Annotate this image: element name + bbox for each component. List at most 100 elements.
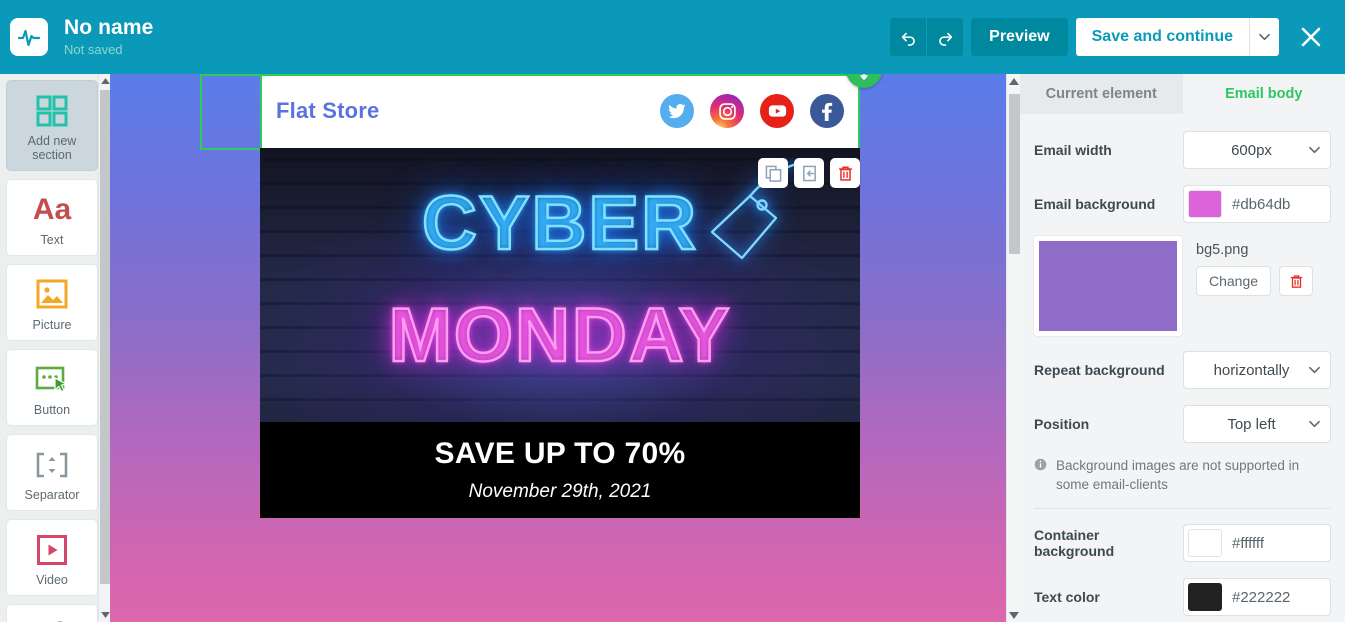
background-support-note: Background images are not supported in s…: [1034, 456, 1331, 494]
sidebar-scrollbar[interactable]: [98, 74, 110, 622]
selection-outline-left: [200, 74, 260, 150]
document-title-block: No name Not saved: [64, 16, 153, 59]
background-image-meta: bg5.png Change: [1196, 236, 1314, 336]
background-image-thumbnail[interactable]: [1034, 236, 1182, 336]
sidebar-item-social[interactable]: Social: [6, 604, 98, 622]
chevron-down-icon: [1309, 366, 1320, 374]
sidebar-item-label: Video: [36, 573, 68, 587]
email-editor-app: No name Not saved Preview Save and conti…: [0, 0, 1345, 622]
container-background-row: Container background #ffffff: [1034, 521, 1331, 565]
blocks-sidebar: Add new section Aa Text Picture Button S…: [0, 74, 110, 622]
preview-button[interactable]: Preview: [971, 18, 1068, 56]
scroll-down-icon[interactable]: [1007, 608, 1020, 622]
sidebar-item-label: Button: [33, 403, 71, 417]
text-color-input[interactable]: #222222: [1183, 578, 1331, 616]
social-icons-row: [660, 94, 844, 128]
toolbar-actions: Preview Save and continue: [890, 17, 1345, 57]
save-button-group: Save and continue: [1075, 18, 1279, 56]
position-row: Position Top left: [1034, 402, 1331, 446]
repeat-background-select[interactable]: horizontally: [1183, 351, 1331, 389]
container-background-value: #ffffff: [1232, 534, 1264, 552]
scroll-down-icon[interactable]: [99, 608, 110, 622]
sidebar-item-label: Separator: [24, 488, 80, 502]
neon-line-monday: MONDAY: [387, 292, 732, 379]
chevron-down-icon: [1309, 146, 1320, 154]
tab-email-body[interactable]: Email body: [1182, 74, 1345, 114]
text-color-label: Text color: [1034, 589, 1100, 605]
text-color-value: #222222: [1232, 588, 1291, 606]
youtube-icon[interactable]: [760, 94, 794, 128]
email-canvas[interactable]: Flat Store CYBER MONDAY SAVE UP TO 70% N…: [110, 74, 1020, 622]
top-toolbar: No name Not saved Preview Save and conti…: [0, 0, 1345, 74]
button-cursor-icon: [34, 360, 70, 400]
page-title: No name: [64, 15, 154, 39]
text-aa-icon: Aa: [32, 193, 72, 226]
pulse-logo-icon: [10, 18, 48, 56]
email-background-value: #db64db: [1232, 195, 1291, 213]
sidebar-item-separator[interactable]: Separator: [6, 434, 98, 511]
email-background-label: Email background: [1034, 196, 1156, 212]
delete-background-button[interactable]: [1279, 266, 1314, 296]
twitter-icon[interactable]: [660, 94, 694, 128]
color-swatch[interactable]: [1188, 529, 1222, 557]
hero-headline: SAVE UP TO 70%: [434, 437, 686, 470]
save-and-continue-button[interactable]: Save and continue: [1075, 18, 1249, 56]
undo-button[interactable]: [890, 18, 927, 56]
panel-divider: [1034, 508, 1331, 509]
position-select[interactable]: Top left: [1183, 405, 1331, 443]
sidebar-item-text[interactable]: Aa Text: [6, 179, 98, 256]
info-icon: [1034, 458, 1047, 471]
canvas-scroll-thumb[interactable]: [1009, 94, 1020, 254]
facebook-icon[interactable]: [810, 94, 844, 128]
sidebar-item-label: Picture: [32, 318, 72, 332]
save-status: Not saved: [64, 41, 123, 57]
position-label: Position: [1034, 416, 1090, 432]
scroll-up-icon[interactable]: [99, 74, 110, 88]
panel-tabs: Current element Email body: [1020, 74, 1345, 114]
email-background-row: Email background #db64db: [1034, 182, 1331, 226]
redo-button[interactable]: [927, 18, 964, 56]
instagram-icon[interactable]: [710, 94, 744, 128]
container-background-label: Container background: [1034, 527, 1115, 559]
separator-icon: [35, 445, 69, 485]
sidebar-item-picture[interactable]: Picture: [6, 264, 98, 341]
change-background-button[interactable]: Change: [1196, 266, 1272, 296]
email-width-select[interactable]: 600px: [1183, 131, 1331, 169]
trash-icon[interactable]: [830, 158, 860, 188]
hero-image-block[interactable]: CYBER MONDAY SAVE UP TO 70% November 29t…: [260, 148, 860, 518]
text-color-row: Text color #222222: [1034, 575, 1331, 619]
sidebar-item-label: Text: [40, 233, 64, 247]
properties-panel: Current element Email body Email width 6…: [1020, 74, 1345, 622]
panel-body: Email width 600px Email background #db64…: [1020, 114, 1345, 619]
sidebar-item-label: Add new section: [27, 134, 77, 162]
copy-icon[interactable]: [758, 158, 788, 188]
close-icon[interactable]: [1291, 17, 1331, 57]
color-swatch[interactable]: [1188, 190, 1222, 218]
video-play-icon: [36, 530, 68, 570]
chevron-down-icon[interactable]: [1249, 18, 1279, 56]
sidebar-item-add-new-section[interactable]: Add new section: [6, 80, 98, 171]
color-swatch[interactable]: [1188, 583, 1222, 611]
email-background-color-input[interactable]: #db64db: [1183, 185, 1331, 223]
chevron-down-icon: [1309, 420, 1320, 428]
trash-icon: [1290, 274, 1302, 288]
note-text: Background images are not supported in s…: [1056, 458, 1300, 492]
sidebar-item-button[interactable]: Button: [6, 349, 98, 426]
email-header-block[interactable]: Flat Store: [200, 74, 860, 150]
repeat-background-label: Repeat background: [1034, 362, 1165, 378]
email-container: Flat Store CYBER MONDAY SAVE UP TO 70% N…: [200, 74, 882, 622]
scroll-up-icon[interactable]: [1007, 74, 1020, 88]
picture-icon: [35, 275, 69, 315]
save-block-icon[interactable]: [794, 158, 824, 188]
canvas-scrollbar[interactable]: [1006, 74, 1020, 622]
sidebar-scroll-thumb[interactable]: [100, 90, 110, 584]
background-image-actions: Change: [1196, 266, 1314, 296]
email-width-row: Email width 600px: [1034, 128, 1331, 172]
repeat-background-row: Repeat background horizontally: [1034, 348, 1331, 392]
grid-icon: [35, 91, 69, 131]
sidebar-item-video[interactable]: Video: [6, 519, 98, 596]
tab-current-element[interactable]: Current element: [1020, 74, 1183, 114]
element-toolbar: [758, 158, 860, 188]
container-background-color-input[interactable]: #ffffff: [1183, 524, 1331, 562]
hero-date: November 29th, 2021: [468, 481, 652, 502]
